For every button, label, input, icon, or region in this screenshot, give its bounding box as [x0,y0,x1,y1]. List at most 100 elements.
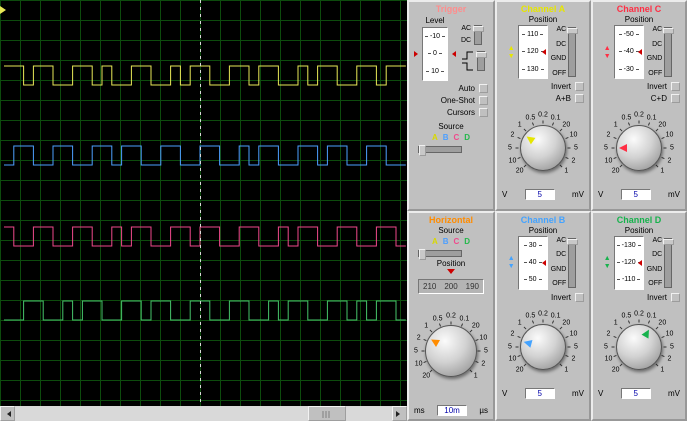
channel-a-scale-knob[interactable]: 20 10 5 2 1 0.5 0.2 0.1 20 10 5 2 1 [497,105,589,187]
position-down-arrow[interactable]: ▼ [604,53,611,60]
coupling-toggle[interactable] [663,237,675,288]
position-scale[interactable]: -50 -40 -30 [613,25,644,79]
invert-button[interactable] [575,292,584,302]
trigger-coupling-toggle[interactable] [473,25,485,45]
position-marker [539,49,546,55]
toggle-thumb[interactable] [663,28,675,34]
channel-b-scale-knob[interactable]: 20 10 5 2 1 0.5 0.2 0.1 20 10 5 2 1 [497,304,589,386]
position-down-arrow[interactable]: ▼ [604,263,611,270]
source-a-label: A [431,236,438,246]
sum-button[interactable] [671,94,680,103]
invert-label: Invert [646,292,667,302]
waveform-svg [4,65,406,321]
position-arrows[interactable]: ▲ ▼ [604,45,611,60]
position-up-arrow[interactable]: ▲ [508,255,515,262]
coupling-off-label: OFF [552,280,567,288]
coupling-toggle[interactable] [567,27,579,77]
level-scale-value: 0 [433,50,437,58]
channel-b-scale-value[interactable]: 5 [524,387,555,399]
coupling-ac-label: AC [556,236,567,244]
channel-d-title: Channel D [616,214,662,225]
horizontal-position-display[interactable]: 210 200 190 [418,278,484,294]
trigger-source-slider[interactable] [418,145,462,156]
invert-button[interactable] [671,292,680,302]
position-up-arrow[interactable]: ▲ [604,45,611,52]
position-arrows[interactable]: ▲ ▼ [604,255,611,270]
trigger-source-label: Source [438,122,464,131]
position-scale-value: 50 [528,276,537,284]
cursors-label: Cursors [446,108,475,117]
position-scale-value: 40 [528,258,537,266]
position-down-arrow[interactable]: ▼ [508,53,515,60]
position-scale[interactable]: 30 40 50 [517,235,548,290]
position-up-arrow[interactable]: ▲ [508,45,515,52]
position-label: Position [624,15,654,24]
invert-button[interactable] [671,82,680,91]
invert-button[interactable] [575,82,584,91]
slider-thumb[interactable] [419,248,426,260]
position-scale[interactable]: -130 -120 -110 [613,235,644,290]
position-value: 210 [423,281,437,291]
channel-c-scale-knob[interactable]: 20 10 5 2 1 0.5 0.2 0.1 20 10 5 2 1 [593,105,685,187]
trigger-level-scale[interactable]: -10 0 10 [422,27,448,81]
cursors-button[interactable] [479,108,488,117]
position-down-arrow[interactable]: ▼ [508,263,515,270]
position-scale-value: -110 [621,276,636,284]
channel-d-scale-value[interactable]: 5 [620,387,651,399]
source-d-label: D [464,133,471,142]
position-scale-value: 30 [528,241,537,249]
channel-d-scale-knob[interactable]: 20 10 5 2 1 0.5 0.2 0.1 20 10 5 2 1 [593,304,685,386]
cursor-line[interactable] [200,0,201,406]
coupling-gnd-label: GND [550,55,567,63]
scroll-track[interactable] [15,406,392,421]
position-arrows[interactable]: ▲ ▼ [508,255,515,270]
horizontal-source-options: A B C D [409,237,493,246]
coupling-ac-label: AC [652,236,663,244]
unit-v-label: V [502,388,508,398]
toggle-thumb[interactable] [476,52,487,58]
toggle-thumb[interactable] [473,26,485,32]
level-marker-right [449,51,456,57]
one-shot-button[interactable] [479,96,488,105]
position-scale[interactable]: 110 120 130 [517,25,548,79]
scroll-thumb[interactable] [308,406,346,421]
position-value: 190 [465,281,479,291]
unit-us-label: µs [479,406,488,415]
horizontal-source-label: Source [438,225,464,235]
position-up-arrow[interactable]: ▲ [604,255,611,262]
source-d-label: D [464,236,471,246]
horizontal-source-slider[interactable] [418,248,462,260]
coupling-toggle[interactable] [567,237,579,288]
scope-screen [0,0,407,406]
scroll-right-button[interactable] [392,406,407,421]
toggle-thumb[interactable] [663,238,675,245]
unit-ms-label: ms [414,406,425,415]
timebase-value[interactable]: 10m [437,405,468,416]
trigger-level-marker[interactable] [0,6,10,14]
sum-button[interactable] [575,94,584,103]
level-scale-value: 10 [431,67,439,75]
channel-c-scale-value[interactable]: 5 [620,189,651,200]
toggle-thumb[interactable] [567,238,579,245]
channel-a-title: Channel A [520,4,566,14]
level-marker-left [414,51,421,57]
level-label: Level [425,16,445,25]
coupling-toggle[interactable] [663,27,675,77]
horizontal-position-label: Position [436,258,466,268]
scroll-left-button[interactable] [0,406,15,421]
coupling-ac-label: AC [556,26,567,33]
coupling-dc-label: DC [556,251,567,259]
left-arrow-icon [4,410,11,417]
position-label: Position [528,225,558,235]
channel-a-scale-value[interactable]: 5 [524,189,555,200]
toggle-thumb[interactable] [567,28,579,34]
auto-button[interactable] [479,84,488,93]
scope-scrollbar[interactable] [0,406,407,421]
trigger-edge-toggle[interactable] [476,51,487,71]
coupling-dc-label: DC [556,40,567,48]
channel-b-title: Channel B [520,214,566,225]
channel-c-panel: Channel C Position ▲ ▼ -50 -40 -30 AC DC… [591,0,687,211]
slider-thumb[interactable] [419,145,426,156]
position-arrows[interactable]: ▲ ▼ [508,45,515,60]
timebase-knob[interactable]: 20 10 5 2 1 0.5 0.2 0.1 20 10 5 2 1 [409,295,493,404]
